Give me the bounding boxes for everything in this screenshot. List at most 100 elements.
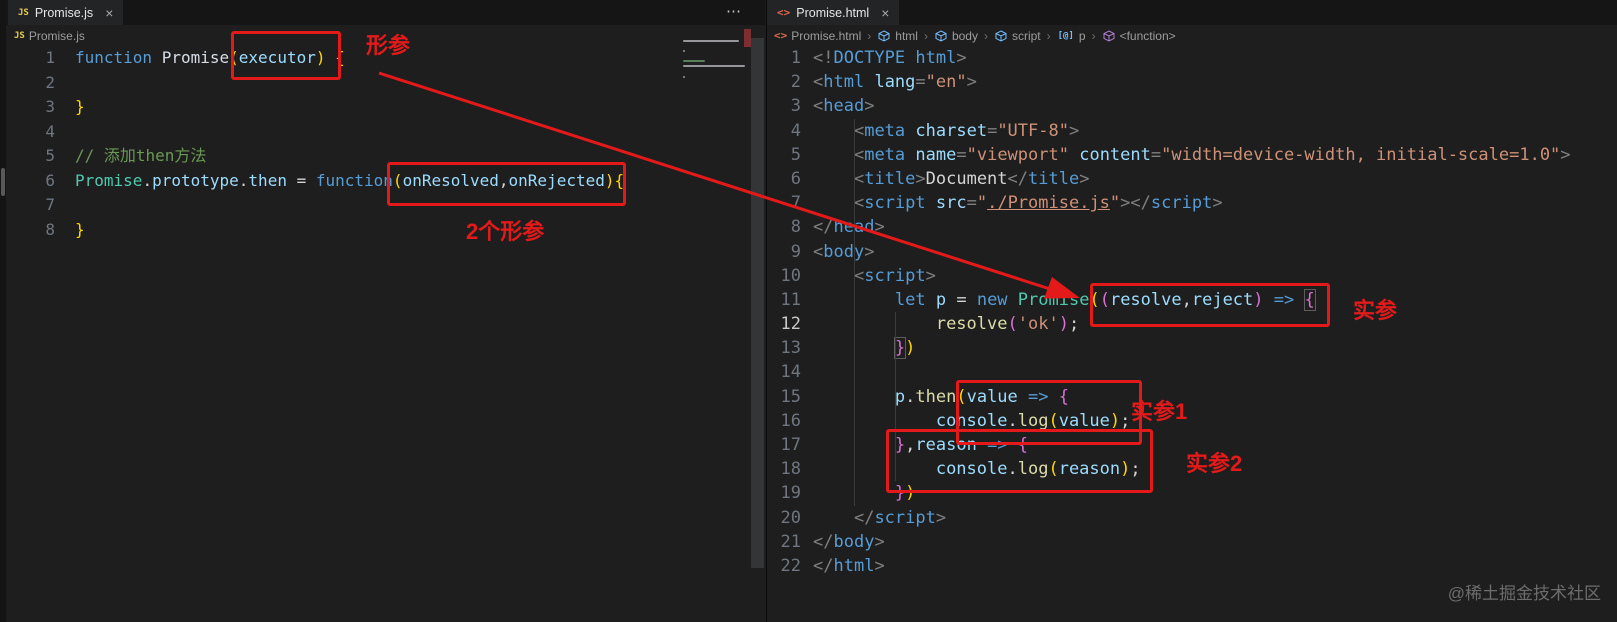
code-line[interactable]: 7 <script src="./Promise.js"></script> bbox=[767, 191, 1617, 215]
code-line[interactable]: 3} bbox=[6, 95, 765, 120]
breadcrumb-item-body[interactable]: body bbox=[952, 29, 978, 43]
close-tab-icon[interactable]: × bbox=[105, 6, 113, 20]
code-text: console.log(reason); bbox=[935, 459, 1141, 480]
indent-guide bbox=[854, 119, 855, 506]
breadcrumb-item-file[interactable]: Promise.js bbox=[29, 29, 85, 43]
tab-label: Promise.html bbox=[796, 5, 870, 20]
code-text: </body> bbox=[813, 531, 885, 552]
code-line[interactable]: 11 let p = new Promise((resolve,reject) … bbox=[767, 288, 1617, 312]
code-line[interactable]: 7 bbox=[6, 193, 765, 218]
breadcrumb-separator: › bbox=[983, 28, 988, 43]
code-line[interactable]: 4 <meta charset="UTF-8"> bbox=[767, 119, 1617, 143]
code-text: <meta name="viewport" content="width=dev… bbox=[853, 144, 1571, 165]
line-number: 22 bbox=[780, 555, 801, 576]
line-number: 5 bbox=[790, 144, 801, 165]
left-code-editor[interactable]: 1 function Promise(executor) {2 3} 4 5// 添… bbox=[6, 46, 765, 622]
code-text: p.then(value => { bbox=[894, 386, 1070, 407]
code-line[interactable]: 19 }) bbox=[767, 481, 1617, 505]
code-text: Promise.prototype.then = function(onReso… bbox=[75, 170, 625, 190]
left-tab-bar: JS Promise.js × ⋯ bbox=[0, 0, 765, 25]
code-line[interactable]: 5 <meta name="viewport" content="width=d… bbox=[767, 143, 1617, 167]
code-line[interactable]: 6 <title>Document</title> bbox=[767, 167, 1617, 191]
html-file-icon: <> bbox=[774, 29, 788, 42]
minimap-line bbox=[683, 65, 745, 68]
js-file-icon: JS bbox=[14, 30, 25, 41]
symbol-element-icon bbox=[878, 29, 890, 42]
overview-ruler-mark bbox=[744, 29, 751, 47]
tab-promise-html[interactable]: <> Promise.html × bbox=[767, 0, 900, 25]
code-line[interactable]: 10 <script> bbox=[767, 264, 1617, 288]
line-number: 10 bbox=[780, 265, 801, 286]
code-line[interactable]: 21 </body> bbox=[767, 530, 1617, 554]
symbol-element-icon bbox=[995, 29, 1007, 42]
line-number: 19 bbox=[780, 483, 801, 504]
line-number: 2 bbox=[790, 72, 801, 93]
code-line[interactable]: 8 </head> bbox=[767, 215, 1617, 239]
code-text: }) bbox=[894, 483, 916, 504]
code-text: <meta charset="UTF-8"> bbox=[853, 120, 1080, 141]
code-line[interactable]: 8} bbox=[6, 218, 765, 243]
breadcrumb-item-script[interactable]: script bbox=[1012, 29, 1041, 43]
code-text: </html> bbox=[813, 555, 885, 576]
code-text: <script> bbox=[853, 265, 936, 286]
line-number: 8 bbox=[45, 219, 55, 239]
line-number: 1 bbox=[790, 48, 801, 68]
indent-guide bbox=[895, 312, 896, 481]
code-line[interactable]: 2 <html lang="en"> bbox=[767, 70, 1617, 94]
code-text: },reason => { bbox=[894, 435, 1029, 455]
more-actions-icon[interactable]: ⋯ bbox=[726, 2, 743, 20]
left-breadcrumb[interactable]: JS Promise.js bbox=[0, 25, 765, 46]
code-line[interactable]: 20 </script> bbox=[767, 506, 1617, 530]
line-number: 3 bbox=[790, 96, 801, 117]
code-text: <!DOCTYPE html> bbox=[813, 48, 967, 68]
code-text: let p = new Promise((resolve,reject) => … bbox=[894, 288, 1316, 311]
left-editor-pane: JS Promise.js × ⋯ JS Promise.js 1 functio… bbox=[0, 0, 765, 622]
line-number: 17 bbox=[780, 435, 801, 455]
breadcrumb-separator: › bbox=[867, 28, 872, 43]
activity-marker bbox=[1, 168, 5, 196]
line-number: 8 bbox=[790, 217, 801, 238]
breadcrumb-item-function[interactable]: <function> bbox=[1120, 29, 1176, 43]
line-number: 7 bbox=[45, 195, 55, 214]
code-line[interactable]: 5 // 添加then方法 bbox=[6, 144, 765, 169]
minimap-line bbox=[683, 75, 685, 78]
code-line[interactable]: 6 Promise.prototype.then = function(onRes… bbox=[6, 169, 765, 194]
left-scrollbar[interactable] bbox=[751, 38, 764, 568]
code-text: <head> bbox=[813, 96, 875, 117]
line-number: 4 bbox=[45, 121, 55, 141]
right-editor-pane: <> Promise.html × <> Promise.html › html… bbox=[766, 0, 1617, 622]
minimap[interactable] bbox=[683, 40, 751, 81]
code-text: }) bbox=[893, 337, 916, 360]
code-line[interactable]: 1 <!DOCTYPE html> bbox=[767, 46, 1617, 70]
code-text: </script> bbox=[853, 507, 947, 528]
code-line[interactable]: 3 <head> bbox=[767, 94, 1617, 118]
line-number: 6 bbox=[45, 170, 55, 190]
breadcrumb-item-file[interactable]: Promise.html bbox=[791, 29, 861, 43]
right-breadcrumb: <> Promise.html › html › body › script ›… bbox=[767, 25, 1617, 46]
code-text: console.log(value); bbox=[935, 410, 1131, 431]
line-number: 12 bbox=[780, 314, 801, 335]
minimap-line bbox=[683, 40, 739, 42]
minimap-line bbox=[683, 60, 705, 63]
code-line[interactable]: 22 </html> bbox=[767, 554, 1617, 578]
code-line[interactable]: 4 bbox=[6, 120, 765, 145]
right-code-editor[interactable]: 1 <!DOCTYPE html> 2 <html lang="en"> 3 <head>… bbox=[767, 46, 1617, 622]
code-text: } bbox=[75, 97, 85, 116]
close-tab-icon[interactable]: × bbox=[881, 6, 889, 20]
code-text: } bbox=[75, 219, 85, 239]
symbol-element-icon bbox=[935, 29, 947, 42]
line-number: 14 bbox=[780, 362, 801, 383]
activity-strip bbox=[0, 0, 6, 622]
code-line[interactable]: 2 bbox=[6, 71, 765, 96]
symbol-property-icon: [@] bbox=[1057, 30, 1074, 41]
vscode-window: JS Promise.js × ⋯ JS Promise.js 1 functio… bbox=[0, 0, 1617, 622]
code-line[interactable]: 9 <body> bbox=[767, 240, 1617, 264]
breadcrumb-item-html[interactable]: html bbox=[895, 29, 918, 43]
tab-promise-js[interactable]: JS Promise.js × bbox=[8, 0, 124, 25]
symbol-function-icon bbox=[1103, 29, 1115, 42]
line-number: 4 bbox=[790, 120, 801, 141]
breadcrumb-item-p[interactable]: p bbox=[1079, 29, 1086, 43]
code-line[interactable]: 1 function Promise(executor) { bbox=[6, 46, 765, 71]
